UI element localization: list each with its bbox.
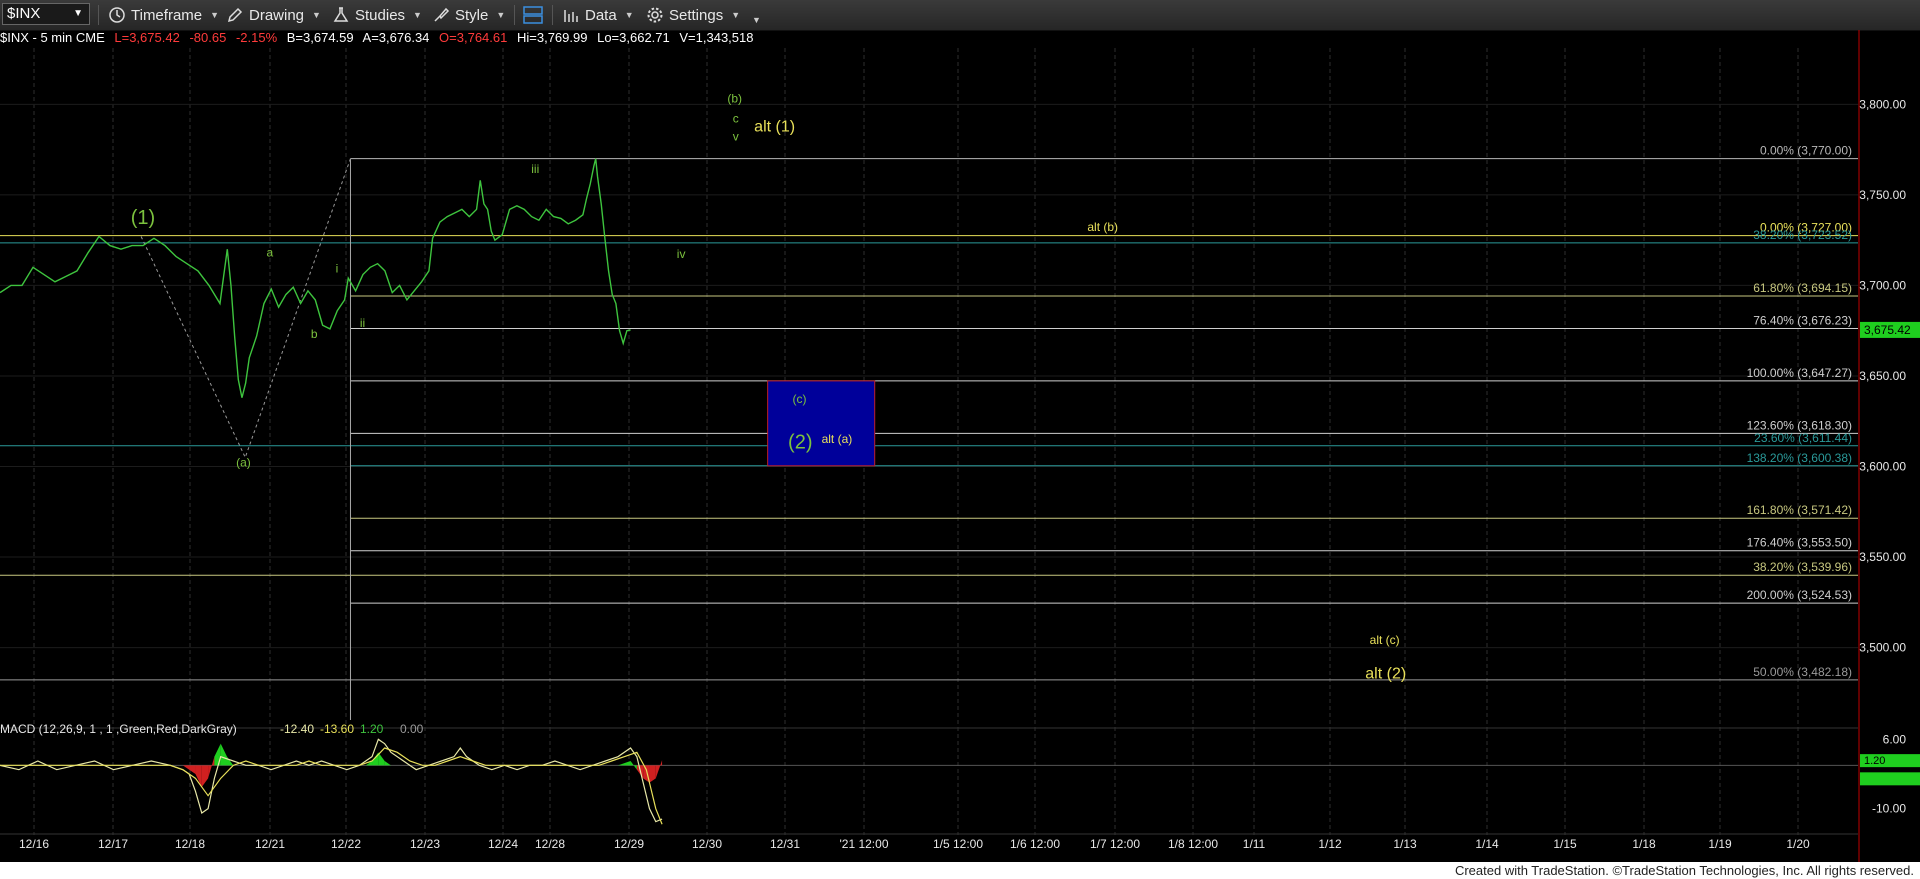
wave-label: i — [336, 262, 339, 276]
wave-label: b — [311, 327, 318, 341]
wave-label: alt (2) — [1365, 665, 1406, 682]
date-axis-tick: 12/24 — [488, 837, 518, 851]
macd-legend-value: 1.20 — [360, 722, 384, 736]
fib-level-label: 200.00% (3,524.53) — [1747, 588, 1852, 602]
macd-line — [0, 738, 663, 823]
wave-label: (1) — [131, 207, 155, 229]
wave-label: alt (b) — [1087, 220, 1118, 234]
price-axis-tick: 3,500.00 — [1859, 641, 1906, 655]
wave-label: iii — [531, 162, 539, 176]
wave-label: alt (c) — [1370, 633, 1400, 647]
date-axis-tick: 1/7 12:00 — [1090, 837, 1140, 851]
date-axis-tick: 12/17 — [98, 837, 128, 851]
date-axis-tick: 1/11 — [1243, 837, 1266, 851]
macd-zero-tag — [1860, 772, 1920, 786]
macd-histogram-bar — [182, 765, 196, 774]
fib-level-label: 38.20% (3,723.52) — [1753, 228, 1852, 242]
target-box — [767, 380, 876, 467]
fib-level-label: 23.60% (3,611.44) — [1754, 431, 1852, 445]
macd-histogram-bar — [195, 765, 202, 787]
fib-level-label: 100.00% (3,647.27) — [1747, 366, 1852, 380]
date-axis-tick: 1/6 12:00 — [1010, 837, 1060, 851]
price-axis-tick: 3,700.00 — [1859, 278, 1906, 292]
wave-label: c — [733, 111, 739, 125]
macd-legend: MACD (12,26,9, 1 , 1 ,Green,Red,DarkGray… — [0, 722, 237, 736]
macd-legend-value: 0.00 — [400, 722, 424, 736]
macd-signal-line — [0, 747, 663, 825]
date-axis-tick: 1/20 — [1786, 837, 1810, 851]
fib-level-label: 38.20% (3,539.96) — [1753, 560, 1852, 574]
date-axis-tick: 12/29 — [614, 837, 644, 851]
price-axis-tick: 3,750.00 — [1859, 188, 1906, 202]
macd-histogram-bar — [649, 765, 656, 783]
macd-histogram-bar — [201, 765, 209, 787]
date-axis-tick: 1/12 — [1318, 837, 1342, 851]
price-axis-tick: 3,550.00 — [1859, 550, 1906, 564]
date-axis-tick: 1/19 — [1708, 837, 1732, 851]
copyright-text: Created with TradeStation. ©TradeStation… — [1454, 863, 1914, 878]
date-axis-tick: '21 12:00 — [839, 837, 888, 851]
date-axis-tick: 1/8 12:00 — [1168, 837, 1218, 851]
macd-histogram-bar — [214, 743, 221, 766]
macd-histogram-bar — [384, 761, 391, 766]
date-axis-tick: 12/31 — [770, 837, 800, 851]
wave-label: (b) — [727, 92, 742, 106]
date-axis-tick: 12/30 — [692, 837, 722, 851]
wave-label: v — [733, 130, 739, 144]
price-axis-tick: 3,650.00 — [1859, 369, 1906, 383]
wave-label: (c) — [793, 392, 807, 406]
fib-level-label: 138.20% (3,600.38) — [1747, 451, 1852, 465]
wave-label: iv — [677, 247, 686, 261]
macd-axis-tick: 6.00 — [1883, 732, 1907, 746]
fib-level-label: 50.00% (3,482.18) — [1753, 665, 1852, 679]
date-axis-tick: 1/15 — [1553, 837, 1577, 851]
fib-level-label: 0.00% (3,770.00) — [1760, 144, 1852, 158]
price-chart[interactable]: 0.00% (3,770.00)0.00% (3,727.00)38.20% (… — [0, 0, 1920, 862]
fib-level-label: 161.80% (3,571.42) — [1747, 503, 1852, 517]
date-axis-tick: 1/18 — [1632, 837, 1656, 851]
macd-histogram-bar — [208, 756, 215, 779]
macd-histogram-bar — [617, 761, 631, 766]
date-axis-tick: 1/13 — [1393, 837, 1417, 851]
wave-label: ii — [360, 316, 365, 330]
macd-histogram-bar — [220, 743, 227, 766]
macd-legend-value: -13.60 — [320, 722, 354, 736]
date-axis-tick: 12/21 — [255, 837, 285, 851]
fib-level-label: 76.40% (3,676.23) — [1753, 313, 1852, 327]
fib-level-label: 61.80% (3,694.15) — [1753, 281, 1852, 295]
wave-label: (2) — [788, 431, 812, 453]
macd-histogram-bar — [655, 760, 663, 779]
macd-current-value: 1.20 — [1864, 755, 1885, 767]
price-axis-tick: 3,600.00 — [1859, 459, 1906, 473]
price-axis-tick: 3,800.00 — [1859, 97, 1906, 111]
date-axis-tick: 12/23 — [410, 837, 440, 851]
macd-legend-value: -12.40 — [280, 722, 314, 736]
wave-label: a — [266, 245, 273, 259]
date-axis-tick: 12/22 — [331, 837, 361, 851]
fib-level-label: 176.40% (3,553.50) — [1747, 536, 1852, 550]
macd-axis-tick: -10.00 — [1872, 802, 1906, 816]
date-axis-tick: 1/5 12:00 — [933, 837, 983, 851]
footer: Created with TradeStation. ©TradeStation… — [0, 862, 1920, 879]
current-price-value: 3,675.42 — [1864, 323, 1911, 337]
date-axis-tick: 12/16 — [19, 837, 49, 851]
wave-label: alt (a) — [822, 432, 853, 446]
wave-label: (a) — [236, 455, 251, 469]
date-axis-tick: 12/18 — [175, 837, 205, 851]
date-axis-tick: 12/28 — [535, 837, 565, 851]
wave-label: alt (1) — [754, 118, 795, 135]
dotted-trend-line — [140, 158, 351, 459]
date-axis-tick: 1/14 — [1475, 837, 1499, 851]
